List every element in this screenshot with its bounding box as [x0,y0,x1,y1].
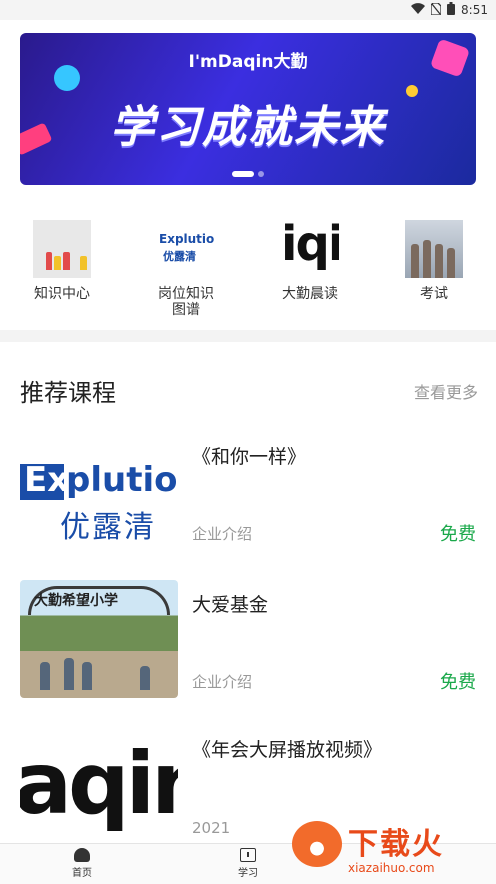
course-category: 2021 [192,819,231,837]
quick-nav-job-knowledge-map[interactable]: Explution 优露清 岗位知识 图谱 [141,220,231,318]
tab-label: 学习 [238,868,258,879]
group-photo-thumbnail [405,220,463,278]
course-title: 《年会大屏播放视频》 [192,739,383,761]
course-category: 企业介绍 [192,673,253,691]
quick-nav-label: 知识中心 [34,286,90,302]
no-sim-icon [430,1,442,18]
logo-text: iqii [281,220,339,272]
clock-time: 8:51 [461,3,488,17]
course-title: 大爱基金 [192,594,269,616]
study-icon [240,848,256,862]
course-title: 《和你一样》 [192,446,307,468]
course-price: 免费 [440,524,476,545]
explution-logo-thumbnail: Explution 优露清 [157,220,215,278]
course-cover-explution-logo: Ex plution 优露清 [20,432,178,550]
status-icons: 8:51 [411,1,488,18]
carousel-dot [258,171,264,177]
status-bar: 8:51 [0,0,496,20]
tab-label: 首页 [72,868,92,879]
home-icon [74,848,90,862]
quick-nav-label: 考试 [420,286,448,302]
carousel-indicator [20,171,476,177]
section-divider [0,330,496,342]
quick-nav-morning-reading[interactable]: iqii 大勤晨读 [265,220,355,302]
course-price: 免费 [440,672,476,693]
promo-banner[interactable]: I'mDaqin大勤 学习成就未来 [20,33,476,185]
tab-study[interactable]: 学习 [218,848,278,879]
quick-nav: 知识中心 Explution 优露清 岗位知识 图谱 iqii 大勤晨读 考试 [0,210,496,320]
wifi-icon [411,3,426,17]
banner-brand: I'mDaqin大勤 [188,52,308,72]
view-more-link[interactable]: 查看更多 [414,379,478,403]
course-category: 企业介绍 [192,525,253,543]
quick-nav-label: 大勤晨读 [282,286,338,302]
quick-nav-exam[interactable]: 考试 [389,220,479,302]
bottom-tab-bar: 首页 学习 [0,843,496,884]
iqii-logo-thumbnail: iqii [281,220,339,278]
tab-home[interactable]: 首页 [52,848,112,879]
course-card[interactable]: aqin 《年会大屏播放视频》 2021 [20,725,476,843]
quick-nav-label: 岗位知识 图谱 [158,286,214,318]
course-card[interactable]: Ex plution 优露清 《和你一样》 企业介绍 免费 [20,432,476,550]
product-bottles-thumbnail [33,220,91,278]
logo-text: 优露清 [163,250,196,263]
banner-headline: 学习成就未来 [110,102,386,153]
course-cover-school-gate-photo: 大勤希望小学 [20,580,178,698]
carousel-dot-active [232,171,254,177]
quick-nav-knowledge-center[interactable]: 知识中心 [17,220,107,302]
logo-text: Explution [159,232,215,246]
battery-icon [447,2,456,18]
course-card[interactable]: 大勤希望小学 大爱基金 企业介绍 免费 [20,580,476,698]
section-title: 推荐课程 [20,379,116,407]
course-cover-aqin-logo: aqin [20,725,178,843]
